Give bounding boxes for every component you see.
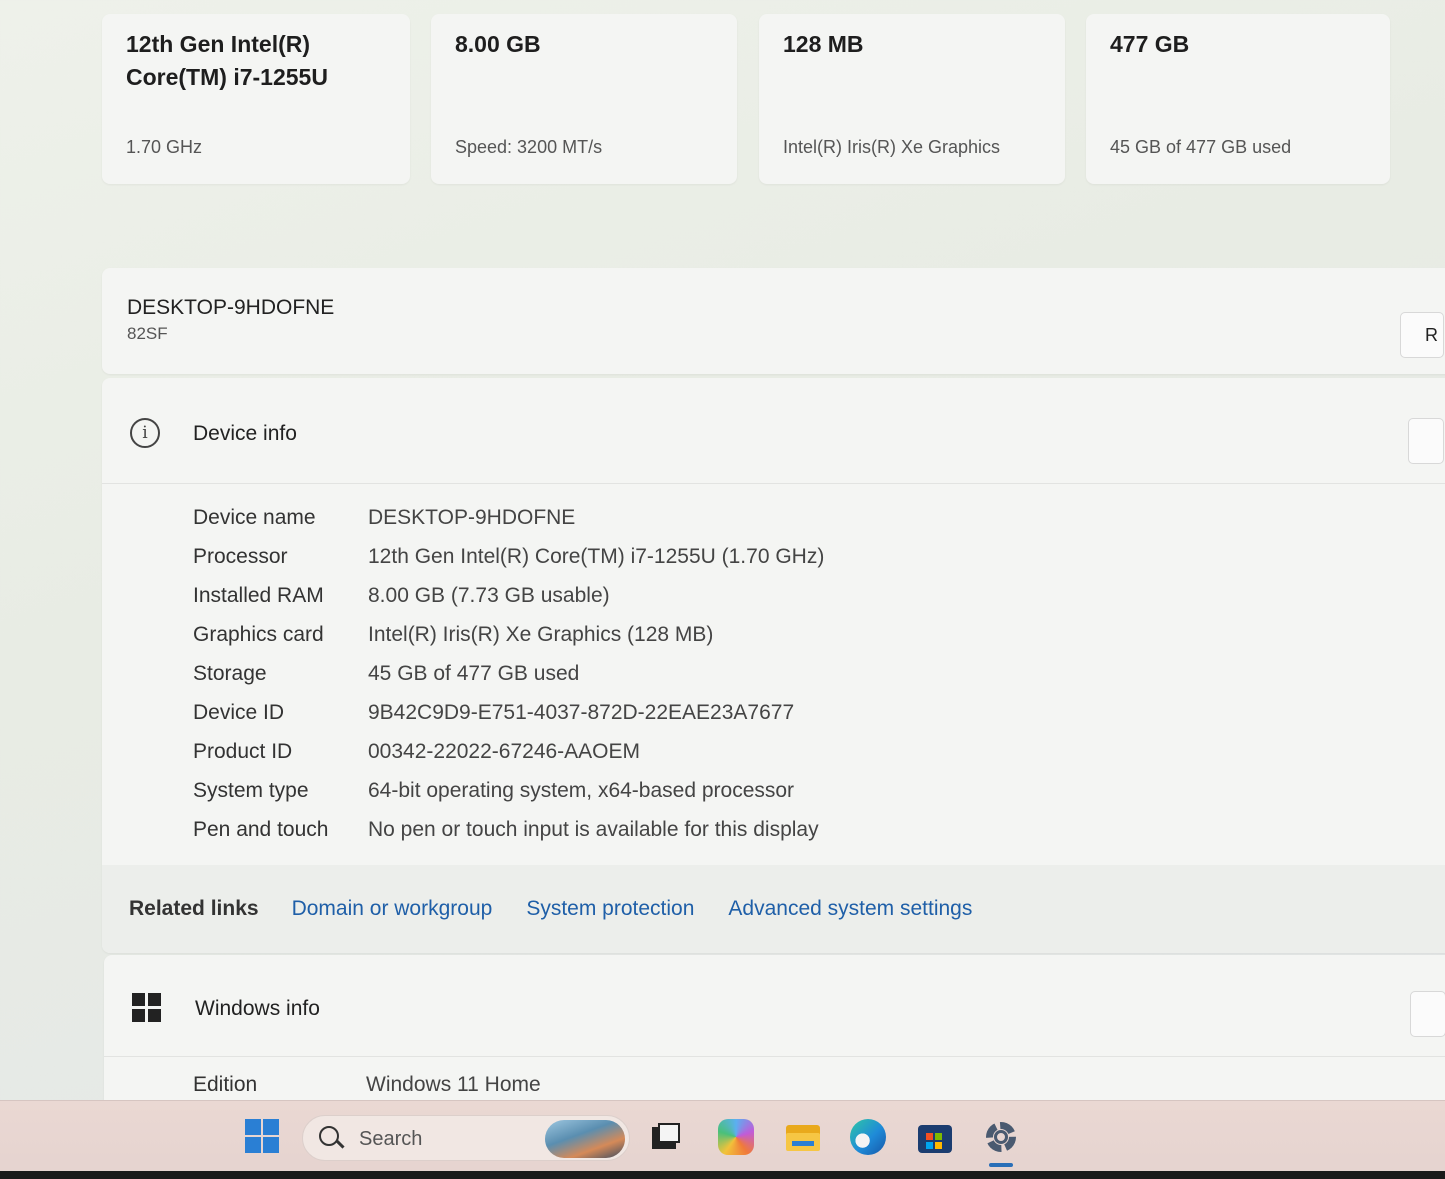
spec-value: 45 GB of 477 GB used xyxy=(368,662,580,685)
windows-info-title: Windows info xyxy=(195,997,320,1020)
windows-info-section: Windows info Edition Windows 11 Home xyxy=(104,955,1445,1115)
advanced-system-settings-link[interactable]: Advanced system settings xyxy=(728,897,972,921)
processor-speed: 1.70 GHz xyxy=(126,137,203,157)
graphics-name: Intel(R) Iris(R) Xe Graphics xyxy=(783,137,1001,157)
spec-key: Installed RAM xyxy=(193,584,324,607)
ram-card: 8.00 GB Speed: 3200 MT/s xyxy=(431,14,737,184)
spec-row: Graphics card Intel(R) Iris(R) Xe Graphic… xyxy=(193,615,824,654)
spec-key: Storage xyxy=(193,662,267,685)
search-highlight-image xyxy=(545,1120,625,1158)
start-button[interactable] xyxy=(245,1119,281,1155)
edge-icon[interactable] xyxy=(850,1119,886,1155)
rename-button[interactable]: R xyxy=(1400,312,1444,358)
device-model: 82SF xyxy=(127,324,168,343)
screen-bezel xyxy=(0,1171,1445,1179)
spec-value: No pen or touch input is available for t… xyxy=(368,818,819,841)
spec-key: Device name xyxy=(193,506,316,529)
graphics-memory-value: 128 MB xyxy=(783,31,864,57)
spec-row: Installed RAM 8.00 GB (7.73 GB usable) xyxy=(193,576,824,615)
related-links-label: Related links xyxy=(129,897,259,920)
system-protection-link[interactable]: System protection xyxy=(526,897,694,921)
spec-key: Device ID xyxy=(193,701,285,724)
device-info-section: i Device info Device name DESKTOP-9HDOFNE… xyxy=(102,378,1445,953)
storage-value: 477 GB xyxy=(1110,31,1190,57)
spec-key: Product ID xyxy=(193,740,293,763)
spec-value: 12th Gen Intel(R) Core(TM) i7-1255U (1.7… xyxy=(368,545,825,568)
copilot-icon[interactable] xyxy=(718,1119,754,1155)
device-info-header[interactable]: i Device info xyxy=(102,378,1445,484)
windows-info-header[interactable]: Windows info xyxy=(104,955,1445,1057)
spec-value: 8.00 GB (7.73 GB usable) xyxy=(368,584,610,607)
edition-key: Edition xyxy=(193,1073,258,1096)
search-placeholder: Search xyxy=(359,1128,423,1150)
processor-value: 12th Gen Intel(R) Core(TM) i7-1255U xyxy=(126,31,328,90)
storage-usage: 45 GB of 477 GB used xyxy=(1110,137,1292,157)
taskbar-search[interactable]: Search xyxy=(302,1115,630,1161)
spec-row: Storage 45 GB of 477 GB used xyxy=(193,654,824,693)
spec-value: 9B42C9D9-E751-4037-872D-22EAE23A7677 xyxy=(368,701,795,724)
device-name-heading: DESKTOP-9HDOFNE xyxy=(127,296,335,319)
active-app-indicator xyxy=(989,1163,1013,1167)
device-header: DESKTOP-9HDOFNE 82SF R xyxy=(102,268,1445,374)
spec-row: Device ID 9B42C9D9-E751-4037-872D-22EAE23… xyxy=(193,693,824,732)
graphics-card: 128 MB Intel(R) Iris(R) Xe Graphics xyxy=(759,14,1065,184)
search-icon xyxy=(319,1126,339,1146)
spec-row: Product ID 00342-22022-67246-AAOEM xyxy=(193,732,824,771)
edition-value: Windows 11 Home xyxy=(366,1073,541,1096)
spec-row: Device name DESKTOP-9HDOFNE xyxy=(193,498,824,537)
copy-button[interactable] xyxy=(1408,418,1444,464)
task-view-icon[interactable] xyxy=(648,1119,684,1155)
spec-key: Processor xyxy=(193,545,288,568)
domain-workgroup-link[interactable]: Domain or workgroup xyxy=(292,897,493,921)
ram-speed: Speed: 3200 MT/s xyxy=(455,137,603,157)
spec-value: 00342-22022-67246-AAOEM xyxy=(368,740,641,763)
windows-copy-button[interactable] xyxy=(1410,991,1445,1037)
spec-value: 64-bit operating system, x64-based proce… xyxy=(368,779,795,802)
device-info-title: Device info xyxy=(193,422,297,445)
taskbar: Search xyxy=(0,1100,1445,1179)
windows-logo-icon xyxy=(132,993,162,1023)
storage-card: 477 GB 45 GB of 477 GB used xyxy=(1086,14,1390,184)
spec-row: Processor 12th Gen Intel(R) Core(TM) i7-1… xyxy=(193,537,824,576)
spec-value: Intel(R) Iris(R) Xe Graphics (128 MB) xyxy=(368,623,714,646)
ram-value: 8.00 GB xyxy=(455,31,541,57)
info-icon: i xyxy=(130,418,160,448)
processor-card: 12th Gen Intel(R) Core(TM) i7-1255U 1.70… xyxy=(102,14,410,184)
file-explorer-icon[interactable] xyxy=(784,1119,820,1155)
device-spec-table: Device name DESKTOP-9HDOFNE Processor 12th… xyxy=(193,498,824,849)
spec-key: Pen and touch xyxy=(193,818,329,841)
spec-key: System type xyxy=(193,779,309,802)
edition-row: Edition Windows 11 Home xyxy=(193,1073,541,1097)
spec-row: Pen and touch No pen or touch input is av… xyxy=(193,810,824,849)
spec-value: DESKTOP-9HDOFNE xyxy=(368,506,576,529)
spec-row: System type 64-bit operating system, x64-… xyxy=(193,771,824,810)
spec-key: Graphics card xyxy=(193,623,324,646)
related-links-bar: Related links Domain or workgroup System… xyxy=(102,865,1445,953)
store-icon[interactable] xyxy=(916,1119,952,1155)
settings-icon[interactable] xyxy=(983,1119,1019,1155)
